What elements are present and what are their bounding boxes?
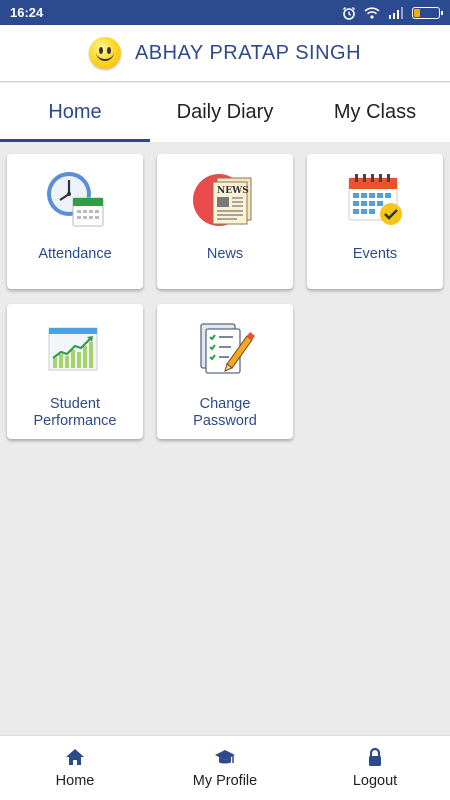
calendar-check-icon	[348, 174, 402, 225]
attendance-label: Attendance	[38, 246, 112, 262]
events-label: Events	[352, 246, 398, 262]
status-bar: 16:24	[0, 0, 450, 25]
app-header: ABHAY PRATAP SINGH	[0, 25, 450, 82]
status-time: 16:24	[10, 5, 44, 20]
svg-text:NEWS: NEWS	[217, 186, 249, 196]
tab-my-class[interactable]: My Class	[300, 83, 450, 142]
checklist-pencil-icon	[200, 323, 255, 374]
wifi-icon	[364, 6, 380, 19]
growth-chart-icon	[48, 327, 98, 371]
bottom-navigation: Home My Profile Logout	[0, 735, 450, 800]
battery-icon	[412, 6, 443, 19]
events-tile[interactable]: Events	[307, 154, 443, 289]
change-password-label: Change Password	[193, 396, 257, 429]
home-icon	[66, 749, 84, 765]
alarm-icon	[342, 6, 356, 20]
student-performance-tile[interactable]: Student Performance	[7, 304, 143, 439]
nav-my-profile-label: My Profile	[192, 773, 258, 789]
news-tile[interactable]: NEWS News	[157, 154, 293, 289]
smiley-avatar-icon	[88, 37, 121, 69]
student-performance-label: Student Performance	[33, 396, 117, 429]
status-icons	[342, 6, 443, 20]
nav-my-profile[interactable]: My Profile	[150, 736, 300, 800]
nav-logout-label: Logout	[352, 773, 398, 789]
lock-icon	[369, 747, 381, 766]
change-password-tile[interactable]: Change Password	[157, 304, 293, 439]
newspaper-icon: NEWS	[193, 174, 252, 226]
tab-daily-diary[interactable]: Daily Diary	[150, 83, 300, 142]
user-name: ABHAY PRATAP SINGH	[134, 41, 362, 64]
nav-home-label: Home	[55, 773, 95, 789]
tab-home[interactable]: Home	[0, 83, 150, 142]
tab-bar: Home Daily Diary My Class	[0, 83, 450, 142]
signal-icon	[389, 6, 403, 19]
clock-calendar-icon	[47, 172, 104, 227]
nav-logout[interactable]: Logout	[300, 736, 450, 800]
graduation-cap-icon	[215, 750, 235, 764]
news-label: News	[206, 246, 244, 262]
nav-home[interactable]: Home	[0, 736, 150, 800]
attendance-tile[interactable]: Attendance	[7, 154, 143, 289]
